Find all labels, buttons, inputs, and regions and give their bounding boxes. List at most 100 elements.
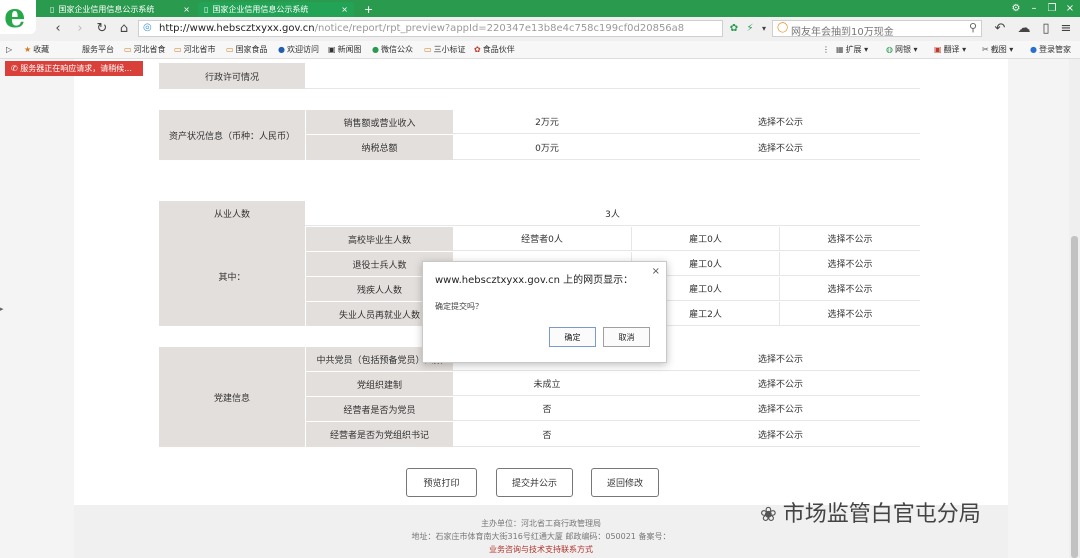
menu-icon[interactable]: ≡ — [1058, 20, 1074, 38]
search-icon[interactable]: ⚲ — [969, 21, 977, 34]
folder-icon: ▭ — [124, 45, 132, 54]
ok-button[interactable]: 确定 — [549, 327, 596, 347]
browser-logo: e — [0, 0, 36, 36]
bookmark-9[interactable]: ✿ 食品伙伴 — [474, 43, 515, 56]
admin-license-value — [305, 63, 920, 89]
refresh-icon[interactable]: ↻ — [94, 20, 110, 38]
search-input[interactable]: ◯ 网友年会抽到10万现金 ⚲ — [772, 20, 982, 38]
login-manager-button[interactable]: ● 登录管家 — [1030, 43, 1071, 56]
dropdown-icon[interactable]: ▾ — [756, 20, 772, 38]
close-icon[interactable]: × — [183, 2, 190, 17]
bookmark-5[interactable]: ● 欢迎访问 — [278, 43, 319, 56]
party-row-note: 选择不公示 — [641, 372, 920, 396]
party-row-label: 经营者是否为党员 — [306, 397, 453, 421]
preview-print-button[interactable]: 预览打印 — [406, 468, 477, 497]
tax-value: 0万元 — [453, 135, 641, 160]
party-row-note: 选择不公示 — [641, 422, 920, 447]
extensions-button[interactable]: ▦ 扩展 ▾ — [836, 43, 868, 56]
url-path: /notice/report/rpt_preview?appId=220347e… — [314, 23, 685, 34]
globe-icon: ◎ — [143, 22, 152, 33]
sub-row-label: 高校毕业生人数 — [306, 227, 453, 251]
footer-support-link[interactable]: 业务咨询与技术支持联系方式 — [74, 544, 1008, 555]
asset-section-label: 资产状况信息（币种：人民币） — [159, 110, 305, 160]
translate-button[interactable]: ▣ 翻译 ▾ — [934, 43, 966, 56]
minimize-icon[interactable]: – — [1026, 0, 1042, 17]
screenshot-button[interactable]: ✂ 截图 ▾ — [982, 43, 1013, 56]
new-tab-button[interactable]: + — [358, 2, 379, 17]
sub-row-hired: 雇工0人 — [631, 227, 779, 251]
party-row-value: 否 — [453, 422, 641, 447]
party-row-note: 选择不公示 — [641, 397, 920, 421]
party-section-label: 党建信息 — [159, 347, 305, 447]
back-icon[interactable]: ‹ — [50, 20, 66, 38]
page-icon: ▯ — [50, 5, 55, 14]
close-icon[interactable]: × — [652, 266, 660, 277]
forward-icon[interactable]: › — [72, 20, 88, 38]
party-row-label: 经营者是否为党组织书记 — [306, 422, 453, 447]
search-engine-icon: ◯ — [777, 22, 789, 33]
bookmark-7[interactable]: ● 微信公众 — [372, 43, 413, 56]
among-label: 其中： — [159, 226, 305, 326]
bookmark-6[interactable]: ▣ 新闻图 — [328, 43, 362, 56]
expand-sidebar-icon[interactable]: ▸ — [0, 305, 4, 313]
bookmark-8[interactable]: ▭ 三小标证 — [424, 43, 466, 56]
bookmark-3[interactable]: ▭ 河北省市 — [174, 43, 216, 56]
undo-icon[interactable]: ↶ — [992, 20, 1008, 38]
url-host: http://www.hebscztxyxx.gov.cn — [159, 23, 315, 34]
translate-icon: ▣ — [934, 45, 942, 54]
globe-icon: ● — [278, 45, 285, 54]
sub-row-note: 选择不公示 — [779, 277, 920, 301]
star-icon: ★ — [24, 45, 32, 54]
sub-row-operator: 经营者0人 — [453, 227, 631, 251]
server-status-notice: ✆ 服务器正在响应请求，请稍候... — [5, 61, 143, 76]
back-edit-button[interactable]: 返回修改 — [591, 468, 659, 497]
folder-icon: ▭ — [226, 45, 234, 54]
tab-1[interactable]: ▯ 国家企业信用信息公示系统 × — [44, 2, 196, 17]
bookmark-1[interactable]: 服务平台 — [82, 43, 114, 56]
home-icon[interactable]: ⌂ — [116, 20, 132, 38]
cloud-icon[interactable]: ☁ — [1016, 20, 1032, 38]
security-icon[interactable]: ✿ — [726, 20, 742, 38]
bookmarks-bar: ▷ ★ 收藏 服务平台 ▭ 河北省食 ▭ 河北省市 ▭ 国家食品 ● 欢迎访问 ▣ 新闻图 … — [0, 41, 1080, 59]
dialog-message: 确定提交吗？ — [435, 302, 483, 311]
sales-value: 2万元 — [453, 110, 641, 134]
employees-value: 3人 — [305, 201, 920, 226]
phone-icon: ✆ — [11, 64, 21, 73]
sales-label: 销售额或营业收入 — [306, 110, 453, 134]
tab-2-active[interactable]: ▯ 国家企业信用信息公示系统 × — [198, 2, 354, 17]
food-icon: ✿ — [474, 45, 481, 54]
grid-icon: ▦ — [836, 45, 844, 54]
wechat-icon: ● — [372, 45, 379, 54]
submit-publish-button[interactable]: 提交并公示 — [496, 468, 573, 497]
phone-icon[interactable]: ▯ — [1038, 20, 1054, 38]
watermark: ❀ 市场监管白官屯分局 — [760, 502, 981, 527]
party-row-note: 选择不公示 — [641, 347, 920, 371]
confirm-dialog: www.hebscztxyxx.gov.cn 上的网页显示： × 确定提交吗？ … — [422, 261, 667, 363]
news-icon: ▣ — [328, 45, 336, 54]
bookmark-favorites[interactable]: ★ 收藏 — [24, 43, 49, 56]
bookmark-2[interactable]: ▭ 河北省食 — [124, 43, 166, 56]
address-bar: ‹ › ↻ ⌂ ◎ http://www.hebscztxyxx.gov.cn/… — [0, 17, 1080, 42]
bookmark-4[interactable]: ▭ 国家食品 — [226, 43, 268, 56]
party-row-value: 未成立 — [453, 372, 641, 396]
bank-icon: ◍ — [886, 45, 893, 54]
close-window-icon[interactable]: × — [1062, 0, 1078, 17]
more-icon[interactable]: ⋮ — [822, 43, 830, 56]
cancel-button[interactable]: 取消 — [603, 327, 650, 347]
sub-row-note: 选择不公示 — [779, 252, 920, 276]
folder-icon: ▭ — [424, 45, 432, 54]
sub-row-note: 选择不公示 — [779, 227, 920, 251]
party-row-value: 否 — [453, 397, 641, 421]
settings-icon[interactable]: ⚙ — [1008, 0, 1024, 17]
employees-label: 从业人数 — [159, 201, 305, 226]
url-input[interactable]: ◎ http://www.hebscztxyxx.gov.cn/notice/r… — [138, 20, 723, 37]
tax-note: 选择不公示 — [641, 135, 920, 160]
restore-icon[interactable]: ❐ — [1044, 0, 1060, 17]
bank-button[interactable]: ◍ 网银 ▾ — [886, 43, 918, 56]
scissors-icon: ✂ — [982, 45, 989, 54]
scrollbar-thumb[interactable] — [1071, 236, 1078, 558]
close-icon[interactable]: × — [341, 2, 348, 17]
sidebar-toggle-icon[interactable]: ▷ — [6, 43, 12, 56]
user-icon: ● — [1030, 45, 1037, 54]
admin-license-label: 行政许可情况 — [159, 63, 305, 89]
